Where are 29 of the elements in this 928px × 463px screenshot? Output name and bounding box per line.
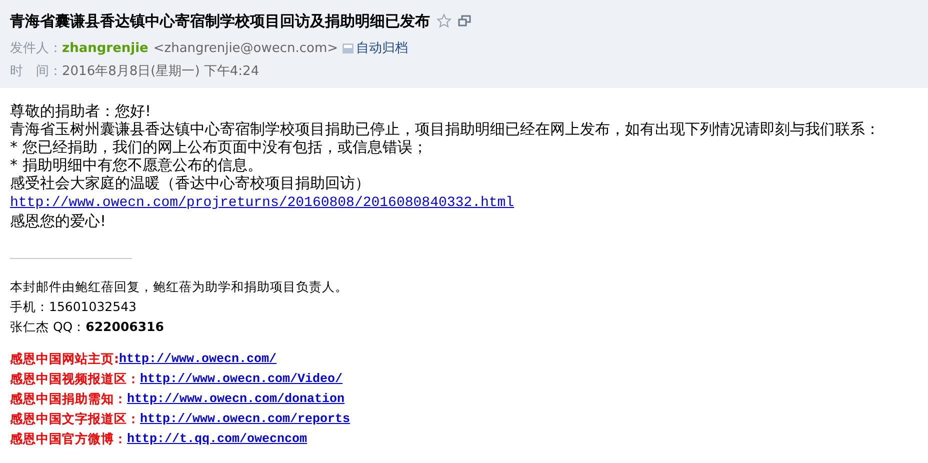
- link-label: 感恩中国视频报道区：: [10, 370, 140, 388]
- link[interactable]: http://www.owecn.com/donation: [127, 389, 345, 409]
- popout-icon[interactable]: [458, 15, 471, 28]
- signature-text: 手机：15601032543: [10, 298, 136, 316]
- body-text: 青海省玉树州囊谦县香达镇中心寄宿制学校项目捐助已停止，项目捐助明细已经在网上发布，如有出现下列情况请即刻与我们联系：: [10, 120, 880, 138]
- archive-link[interactable]: 自动归档: [356, 38, 408, 58]
- sender-email: <zhangrenjie@owecn.com>: [153, 40, 338, 58]
- link-label: 感恩中国官方微博：: [10, 430, 127, 448]
- link-label: 感恩中国文字报道区：: [10, 410, 140, 428]
- email-subject: 青海省囊谦县香达镇中心寄宿制学校项目回访及捐助明细已发布: [10, 11, 430, 32]
- signature-text: 张仁杰 QQ：622006316: [10, 318, 164, 336]
- link[interactable]: http://www.owecn.com/projreturns/20160808/2016080840332.html: [10, 195, 514, 211]
- link[interactable]: http://t.qq.com/owecncom: [127, 429, 308, 449]
- body-text: 感恩您的爱心!: [10, 212, 106, 230]
- body-text: * 您已经捐助，我们的网上公布页面中没有包括，或信息错误；: [10, 138, 428, 156]
- link-label: 感恩中国网站主页:: [10, 350, 119, 368]
- time-label: 时 间：: [10, 63, 62, 81]
- link[interactable]: http://www.owecn.com/: [119, 349, 277, 369]
- signature-text: 本封邮件由鲍红蓓回复，鲍红蓓为助学和捐助项目负责人。: [10, 278, 348, 296]
- link-label: 感恩中国捐助需知：: [10, 390, 127, 408]
- sent-time: 2016年8月8日(星期一) 下午4:24: [62, 63, 260, 81]
- folder-icon: [342, 42, 354, 54]
- star-icon[interactable]: [436, 13, 452, 30]
- from-label: 发件人：: [10, 40, 62, 58]
- link[interactable]: http://www.owecn.com/reports: [140, 409, 350, 429]
- link[interactable]: http://www.owecn.com/Video/: [140, 369, 343, 389]
- body-text: 感受社会大家庭的温暖（香达中心寄校项目捐助回访）: [10, 174, 370, 192]
- body-text: * 捐助明细中有您不愿意公布的信息。: [10, 156, 262, 174]
- body-text: 尊敬的捐助者：您好!: [10, 102, 152, 120]
